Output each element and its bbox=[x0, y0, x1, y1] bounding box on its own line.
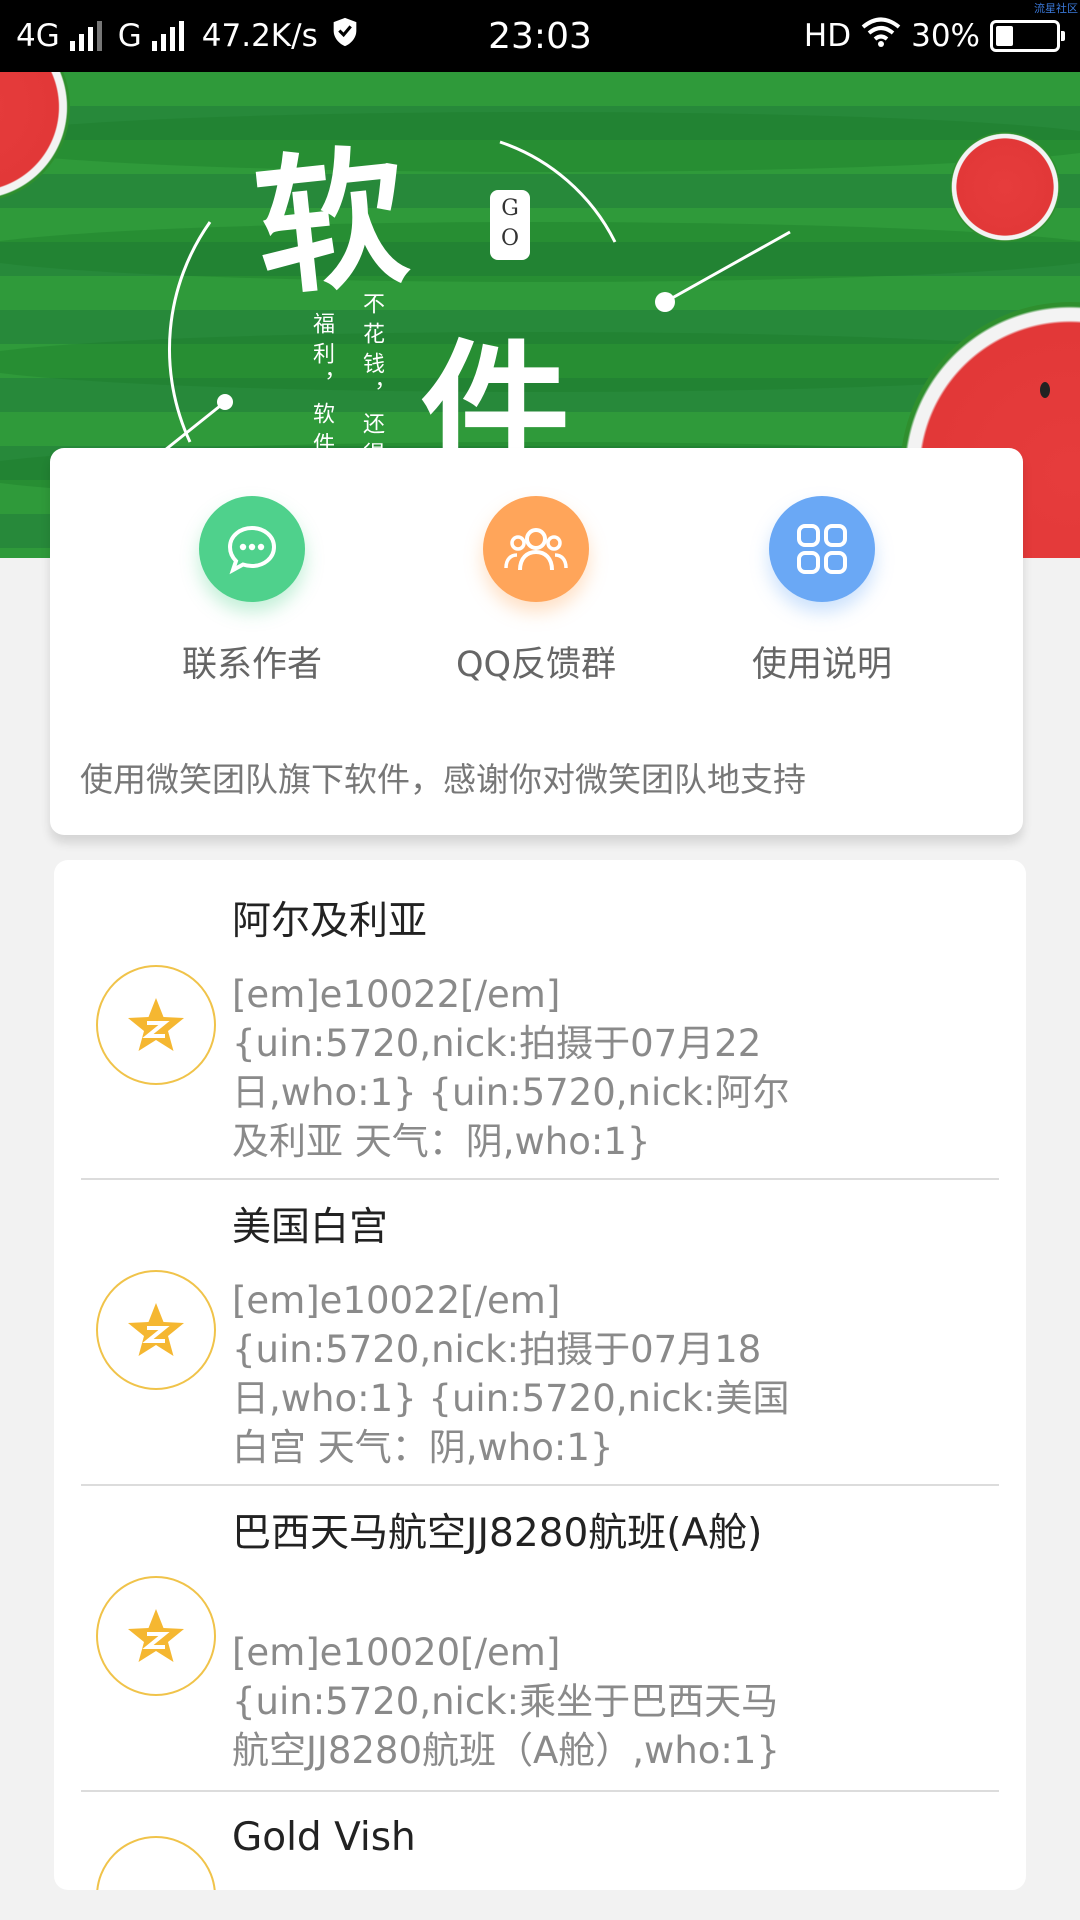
qzone-star-icon bbox=[96, 965, 216, 1085]
network-type-1: 4G bbox=[16, 18, 60, 54]
status-bar: 4G G 47.2K/s 23:03 HD 30% 流星社区 bbox=[0, 0, 1080, 72]
qzone-star-icon bbox=[96, 1576, 216, 1696]
usage-instructions-label: 使用说明 bbox=[751, 645, 892, 685]
network-speed: 47.2K/s bbox=[201, 18, 318, 54]
contact-author-button[interactable]: 联系作者 bbox=[122, 496, 382, 687]
banner-vertical-right: 不花钱，还得 bbox=[359, 292, 384, 472]
watermark: 流星社区 bbox=[1034, 2, 1078, 15]
item-title: Gold Vish bbox=[232, 1815, 416, 1860]
item-title: 阿尔及利亚 bbox=[232, 899, 428, 944]
signal-icon bbox=[69, 21, 102, 51]
list-item[interactable]: 阿尔及利亚 [em]e10022[/em] {uin:5720,nick:拍摄于… bbox=[54, 860, 1026, 1180]
qzone-star-icon bbox=[96, 1270, 216, 1390]
list-item[interactable]: Gold Vish bbox=[54, 1792, 1026, 1890]
status-left: 4G G 47.2K/s bbox=[16, 0, 362, 72]
usage-instructions-button[interactable]: 使用说明 bbox=[692, 496, 952, 687]
wifi-icon bbox=[861, 16, 901, 56]
item-title: 美国白宫 bbox=[232, 1205, 389, 1250]
item-description: [em]e10022[/em] {uin:5720,nick:拍摄于07月22日… bbox=[232, 973, 790, 1163]
network-type-2: G bbox=[117, 18, 142, 54]
group-icon bbox=[483, 496, 589, 602]
hd-indicator: HD bbox=[803, 18, 852, 54]
item-title: 巴西天马航空JJ8280航班(A舱) bbox=[232, 1511, 763, 1556]
battery-percent: 30% bbox=[911, 18, 980, 54]
achievement-list: 阿尔及利亚 [em]e10022[/em] {uin:5720,nick:拍摄于… bbox=[54, 860, 1026, 1890]
grid-icon bbox=[769, 496, 875, 602]
chat-icon bbox=[199, 496, 305, 602]
support-note: 使用微笑团队旗下软件，感谢你对微笑团队地支持 bbox=[80, 760, 806, 799]
banner-vertical-left: 福利，软件 bbox=[309, 312, 334, 462]
qq-feedback-group-button[interactable]: QQ反馈群 bbox=[406, 496, 666, 687]
banner-title-char-1: 软 bbox=[247, 127, 416, 319]
qzone-star-icon bbox=[96, 1836, 216, 1890]
status-right: HD 30% bbox=[803, 0, 1065, 72]
item-description: [em]e10022[/em] {uin:5720,nick:拍摄于07月18日… bbox=[232, 1279, 790, 1469]
battery-icon bbox=[990, 20, 1065, 52]
list-item[interactable]: 美国白宫 [em]e10022[/em] {uin:5720,nick:拍摄于0… bbox=[54, 1180, 1026, 1486]
list-item[interactable]: 巴西天马航空JJ8280航班(A舱) [em]e10020[/em]{uin:5… bbox=[54, 1486, 1026, 1792]
contact-author-label: 联系作者 bbox=[181, 645, 322, 685]
signal-icon-2 bbox=[151, 21, 184, 51]
item-description: [em]e10020[/em]{uin:5720,nick:乘坐于巴西天马航空J… bbox=[232, 1631, 780, 1772]
quick-actions-card: 联系作者 QQ反馈群 使用说明 使用微笑团队旗下软件，感谢你对微笑团队地支持 bbox=[50, 448, 1023, 835]
qq-feedback-group-label: QQ反馈群 bbox=[455, 645, 617, 685]
banner-go-badge: G O bbox=[490, 190, 530, 260]
shield-icon bbox=[328, 15, 362, 57]
